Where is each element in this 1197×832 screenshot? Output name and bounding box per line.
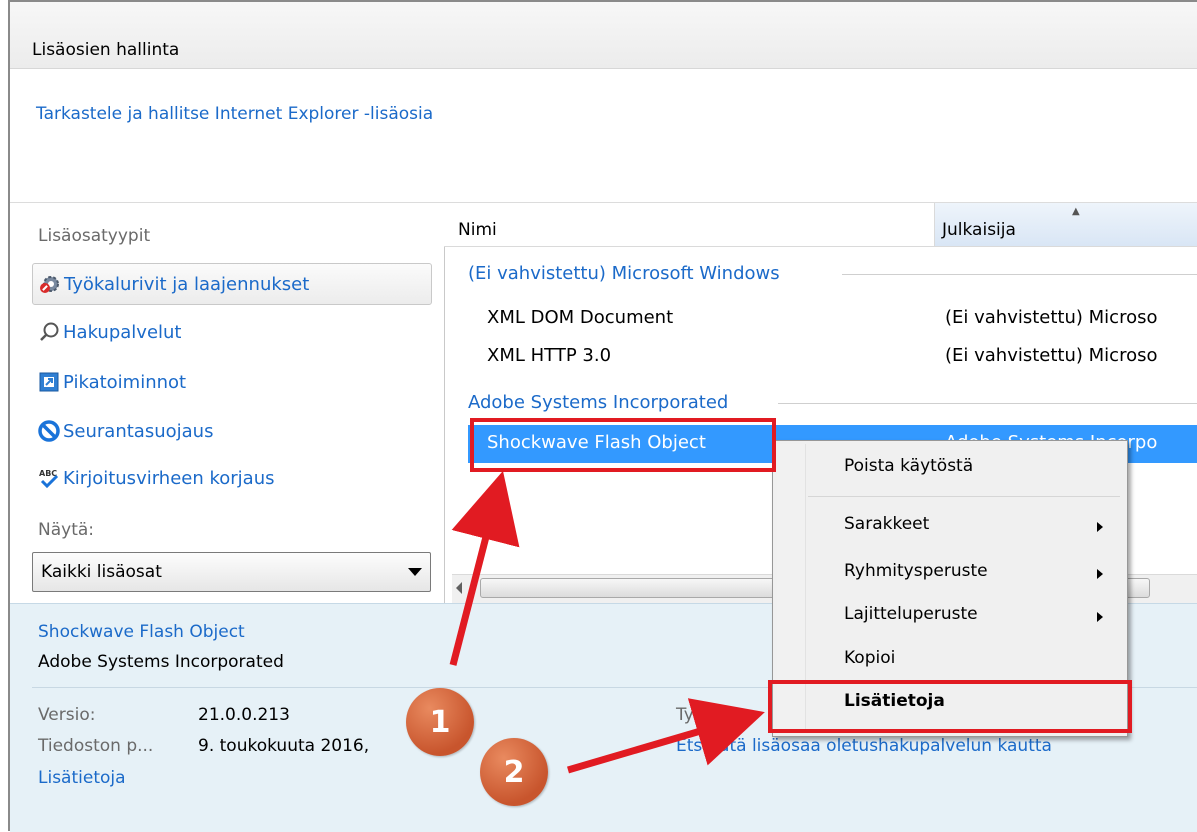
- arrow-to-more-info: [567, 698, 765, 774]
- step-badge-2: 2: [480, 738, 548, 806]
- step-badge-1: 1: [406, 688, 474, 756]
- arrow-to-selected-row: [449, 470, 520, 666]
- annotation-arrows: [449, 470, 765, 774]
